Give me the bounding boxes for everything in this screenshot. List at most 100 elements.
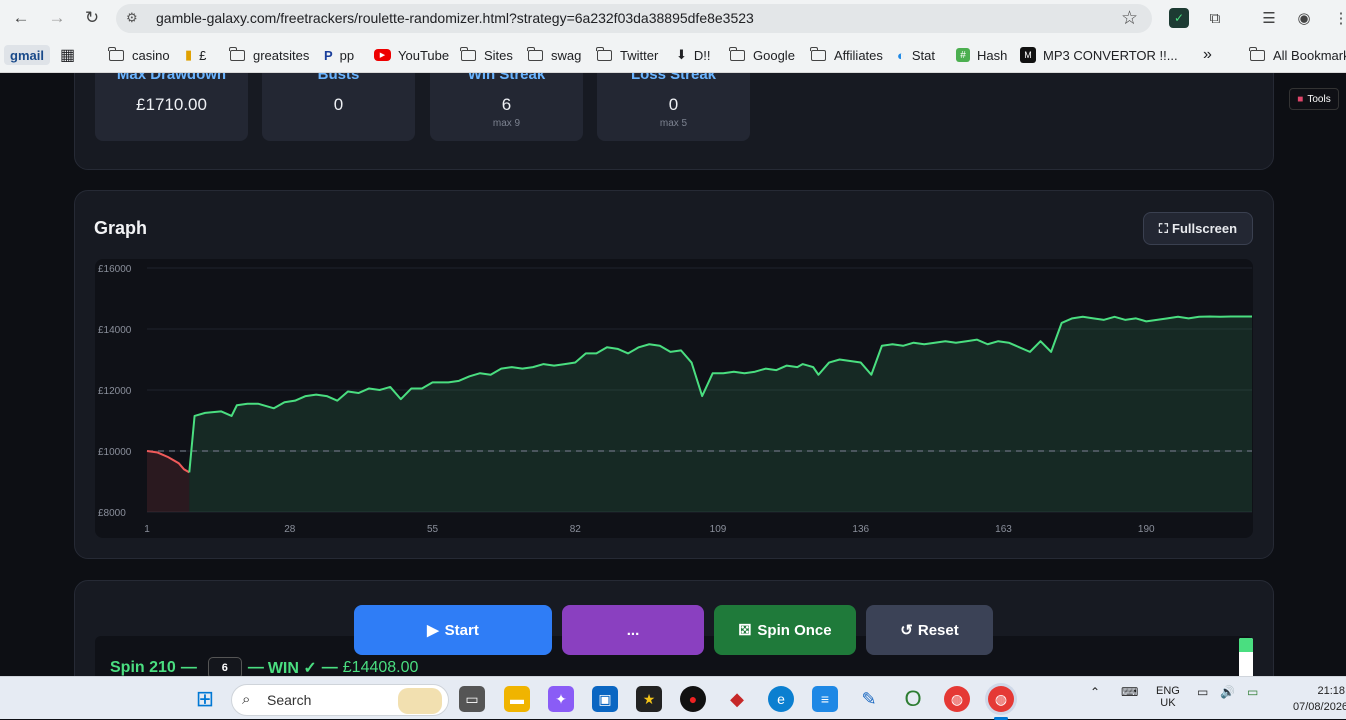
hash-icon: # [956,48,970,62]
bookmark-casino[interactable]: casino [108,45,170,65]
search-highlight-icon [398,688,442,714]
positive-area [189,316,1253,512]
history-scrollbar[interactable] [1239,638,1253,676]
stat-value: 0 [668,95,679,114]
app-icon[interactable]: ◆ [724,686,750,712]
folder-icon [1249,46,1265,61]
menu-kebab-icon[interactable]: ⋮ [1331,8,1346,28]
task-view-icon[interactable]: ▭ [459,686,485,712]
record-icon[interactable]: ● [680,686,706,712]
youtube-icon: ▶ [374,49,391,61]
stat-subtext: max 9 [492,118,521,129]
spin-result-line: Spin 210 — 6 — WIN ✓ — £14408.00 [110,657,418,676]
bookmark-twitter[interactable]: Twitter [596,45,658,65]
copilot-icon[interactable]: ✦ [548,686,574,712]
bookmarks-overflow-icon[interactable]: » [1203,45,1212,65]
bookmark-gmail[interactable]: gmail [4,45,50,65]
address-bar[interactable]: ⚙ gamble-galaxy.com/freetrackers/roulett… [116,4,1152,33]
reset-icon: ↺ [900,622,913,639]
extensions-puzzle-icon[interactable]: ⧉ [1205,8,1225,28]
bookmark-hash[interactable]: # Hash [956,45,1007,65]
bookmark-d[interactable]: ⬇ D!! [676,45,711,65]
all-bookmarks[interactable]: All Bookmarks [1249,45,1346,65]
windows-start-icon[interactable]: ⊞ [192,686,218,712]
bookmark-affiliates[interactable]: Affiliates [810,45,883,65]
spin-once-button[interactable]: ⚄ Spin Once [714,605,856,655]
stat-title: Max Drawdown [116,73,227,83]
spin-result: WIN ✓ [267,660,317,676]
forward-icon[interactable]: → [45,6,69,30]
url-text[interactable]: gamble-galaxy.com/freetrackers/roulette-… [156,10,754,26]
fullscreen-button[interactable]: ⛶ Fullscreen [1143,212,1253,245]
more-button[interactable]: ... [562,605,704,655]
chrome-active-icon[interactable]: ◍ [988,686,1014,712]
stat-favicon-icon: ◐ [897,47,905,63]
bookmark-swag[interactable]: swag [527,45,581,65]
clock[interactable]: 21:18 07/08/2026 [1293,685,1346,713]
profile-avatar-icon[interactable]: ◉ [1294,8,1314,28]
volume-icon[interactable]: 🔊 [1220,685,1235,699]
language-indicator[interactable]: ENG UK [1156,685,1180,709]
bookmark-pp[interactable]: Ppp [324,45,354,65]
store-icon[interactable]: ▣ [592,686,618,712]
reload-icon[interactable]: ↻ [80,6,104,30]
folder-icon [108,46,124,61]
bookmark-star-icon[interactable]: ☆ [1121,7,1138,30]
stat-value: 6 [501,95,512,114]
dice-icon: ⚄ [738,622,752,639]
paypal-icon: P [324,47,333,63]
media-player-icon[interactable]: ★ [636,686,662,712]
x-tick-label: 82 [570,524,582,535]
bookmark-google[interactable]: Google [729,45,795,65]
pen-tool-icon[interactable]: ✎ [856,686,882,712]
x-tick-label: 28 [284,524,296,535]
keyboard-icon[interactable]: ⌨ [1121,685,1138,699]
bookmark-pound[interactable]: ▮ £ [185,45,206,65]
file-explorer-icon[interactable]: ▬ [504,686,530,712]
site-settings-icon[interactable]: ⚙ [126,10,142,26]
apps-grid-icon[interactable]: ▦ [60,45,82,65]
stat-value: 0 [333,95,344,114]
x-tick-label: 1 [144,524,150,535]
spin-number-badge: 6 [207,657,242,676]
extension-icon[interactable]: ✓ [1169,8,1189,28]
spin-balance: £14408.00 [342,659,419,676]
stat-loss-streak: Loss Streak 0 max 5 [597,73,750,141]
browser-toolbar: ← → ↻ ⚙ gamble-galaxy.com/freetrackers/r… [0,0,1346,36]
stat-title: Win Streak [467,73,546,83]
back-icon[interactable]: ← [9,6,33,30]
search-icon: ⌕ [242,691,251,708]
folder-icon [229,46,245,61]
graph-panel: Graph ⛶ Fullscreen £16000 £14000 £12000 £100… [74,190,1274,559]
x-tick-label: 163 [995,524,1012,535]
media-control-icon[interactable]: ☰ [1259,8,1279,28]
stat-win-streak: Win Streak 6 max 9 [430,73,583,141]
opera-gx-icon[interactable]: O [900,686,926,712]
x-tick-label: 109 [710,524,727,535]
tray-overflow-icon[interactable]: ⌃ [1090,685,1100,699]
bookmark-mp3[interactable]: M MP3 CONVERTOR !!... [1020,45,1178,65]
reset-button[interactable]: ↺ Reset [866,605,993,655]
taskbar-search[interactable]: ⌕ Search [231,684,449,716]
edge-icon[interactable]: e [768,686,794,712]
toolbox-icon: ■ [1297,93,1304,105]
folder-icon [527,46,543,61]
stats-panel: Max Drawdown £1710.00 Busts 0 Win Streak… [74,73,1274,170]
stat-value: £1710.00 [136,95,207,114]
y-tick-label: £14000 [98,325,132,336]
chrome-icon[interactable]: ◍ [944,686,970,712]
start-button[interactable]: ▶ Start [354,605,552,655]
bookmark-sites[interactable]: Sites [460,45,513,65]
bookmark-stat[interactable]: ◐ Stat [897,45,935,65]
play-icon: ▶ [427,622,439,639]
stat-max-drawdown: Max Drawdown £1710.00 [95,73,248,141]
tools-button[interactable]: ■ Tools [1289,88,1339,110]
folder-icon [596,46,612,61]
bookmark-youtube[interactable]: ▶ YouTube [374,45,449,65]
bookmark-greatsites[interactable]: greatsites [229,45,309,65]
notepad-icon[interactable]: ≡ [812,686,838,712]
battery-icon[interactable]: ▭ [1247,685,1258,699]
network-icon[interactable]: ▭ [1197,685,1208,699]
stat-subtext: max 5 [659,118,688,129]
y-tick-label: £8000 [98,508,126,519]
